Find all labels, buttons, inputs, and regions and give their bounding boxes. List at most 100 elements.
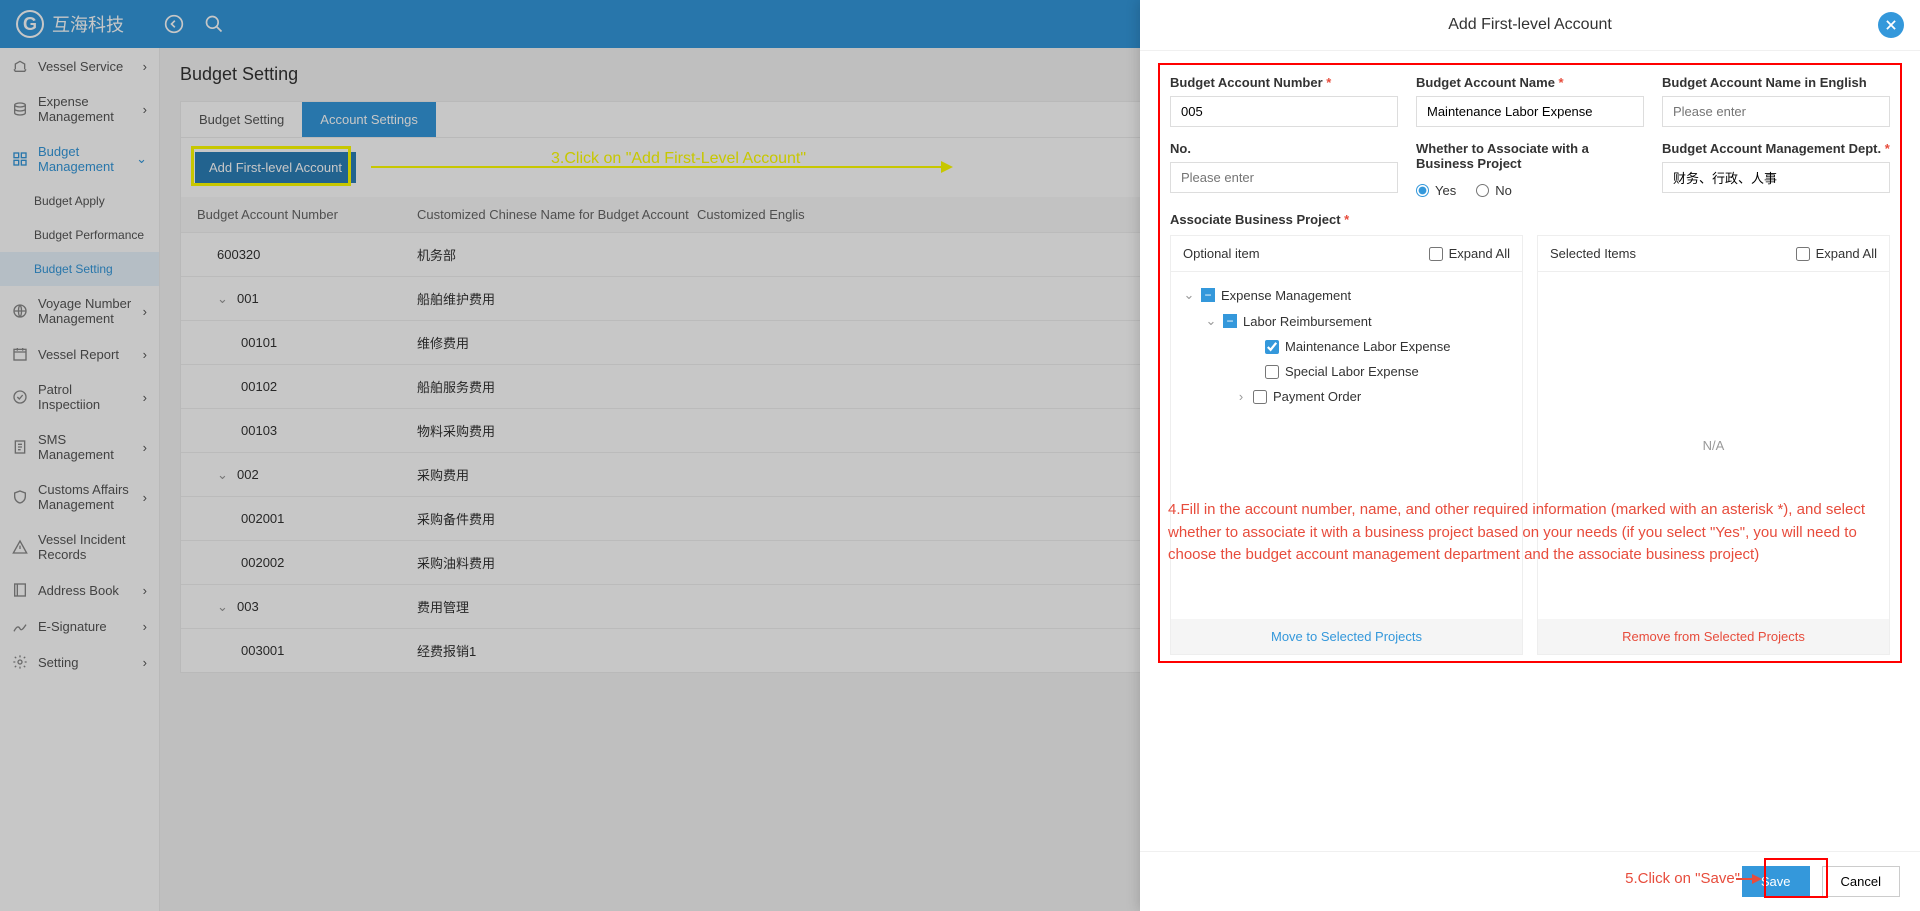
sidebar-label: E-Signature <box>38 619 107 634</box>
selected-title: Selected Items <box>1550 246 1636 261</box>
radio-no[interactable]: No <box>1476 183 1512 198</box>
checkbox-special[interactable] <box>1265 365 1279 379</box>
chevron-down-icon[interactable]: ⌄ <box>1183 287 1195 303</box>
chevron-down-icon[interactable]: ⌄ <box>217 291 229 307</box>
label-associate-project: Associate Business Project * <box>1170 212 1890 227</box>
sidebar-label: Address Book <box>38 583 119 598</box>
chevron-right-icon: › <box>143 390 147 405</box>
logo-icon: G <box>16 10 44 38</box>
chevron-right-icon[interactable]: › <box>1235 389 1247 404</box>
account-cn-name: 费用管理 <box>417 597 697 616</box>
check-circle-icon <box>12 389 28 405</box>
sidebar-label: Setting <box>38 655 78 670</box>
account-number: 00101 <box>241 335 277 350</box>
warning-icon <box>12 539 28 555</box>
sidebar-item-expense[interactable]: Expense Management › <box>0 84 159 134</box>
checkbox-payment[interactable] <box>1253 390 1267 404</box>
annotation-arrow-5 <box>1736 878 1760 880</box>
chevron-right-icon: › <box>143 490 147 505</box>
sidebar-label: Vessel Incident Records <box>38 532 147 562</box>
expand-all-left[interactable]: Expand All <box>1429 246 1510 261</box>
account-number: 002 <box>237 467 259 482</box>
remove-selected-button[interactable]: Remove from Selected Projects <box>1538 619 1889 654</box>
move-selected-button[interactable]: Move to Selected Projects <box>1171 619 1522 654</box>
ship-icon <box>12 58 28 74</box>
expand-all-right[interactable]: Expand All <box>1796 246 1877 261</box>
label-account-number: Budget Account Number * <box>1170 75 1398 90</box>
sidebar-label: Budget Performance <box>34 228 144 242</box>
account-number: 001 <box>237 291 259 306</box>
chevron-down-icon[interactable]: ⌄ <box>1205 313 1217 329</box>
account-cn-name: 机务部 <box>417 245 697 264</box>
brand-logo: G 互海科技 <box>16 10 124 38</box>
sidebar-item-setting[interactable]: Setting › <box>0 644 159 680</box>
input-no[interactable] <box>1170 162 1398 193</box>
chevron-right-icon: › <box>143 619 147 634</box>
close-button[interactable] <box>1878 12 1904 38</box>
sidebar-label: SMS Management <box>38 432 133 462</box>
tree-node-labor[interactable]: ⌄ − Labor Reimbursement <box>1183 308 1510 334</box>
annotation-text-5: 5.Click on "Save" <box>1625 870 1740 887</box>
sidebar-item-sms[interactable]: SMS Management › <box>0 422 159 472</box>
shield-icon <box>12 489 28 505</box>
chevron-right-icon: › <box>143 655 147 670</box>
input-dept[interactable] <box>1662 162 1890 193</box>
account-cn-name: 船舶服务费用 <box>417 377 697 396</box>
sidebar-item-esign[interactable]: E-Signature › <box>0 608 159 644</box>
sidebar-item-budget[interactable]: Budget Management ⌄ <box>0 134 159 184</box>
input-account-name[interactable] <box>1416 96 1644 127</box>
account-cn-name: 物料采购费用 <box>417 421 697 440</box>
account-number: 002002 <box>241 555 284 570</box>
chevron-down-icon[interactable]: ⌄ <box>217 599 229 615</box>
sidebar-label: Voyage Number Management <box>38 296 133 326</box>
stack-icon <box>12 101 28 117</box>
sidebar-item-budget-setting[interactable]: Budget Setting <box>0 252 159 286</box>
input-account-name-en[interactable] <box>1662 96 1890 127</box>
account-number: 003001 <box>241 643 284 658</box>
sidebar-label: Vessel Report <box>38 347 119 362</box>
radio-yes[interactable]: Yes <box>1416 183 1456 198</box>
tree-leaf-maintenance[interactable]: Maintenance Labor Expense <box>1183 334 1510 359</box>
selected-items-box: Selected Items Expand All N/A Remove fro… <box>1537 235 1890 655</box>
sidebar-label: Patrol Inspectiion <box>38 382 133 412</box>
sidebar-item-vessel-service[interactable]: Vessel Service › <box>0 48 159 84</box>
sidebar-item-voyage[interactable]: Voyage Number Management › <box>0 286 159 336</box>
cancel-button[interactable]: Cancel <box>1822 866 1900 897</box>
tree-node-payment[interactable]: › Payment Order <box>1183 384 1510 409</box>
chevron-right-icon: › <box>143 583 147 598</box>
chevron-right-icon: › <box>143 440 147 455</box>
optional-items-box: Optional item Expand All ⌄ − Expense Man… <box>1170 235 1523 655</box>
account-number: 002001 <box>241 511 284 526</box>
back-icon[interactable] <box>164 14 184 34</box>
tree-leaf-special[interactable]: Special Labor Expense <box>1183 359 1510 384</box>
sidebar-label: Vessel Service <box>38 59 123 74</box>
signature-icon <box>12 618 28 634</box>
label-account-name: Budget Account Name * <box>1416 75 1644 90</box>
sidebar-item-incident[interactable]: Vessel Incident Records <box>0 522 159 572</box>
tab-budget-setting[interactable]: Budget Setting <box>181 102 302 137</box>
tab-account-settings[interactable]: Account Settings <box>302 102 436 137</box>
sidebar-item-budget-performance[interactable]: Budget Performance <box>0 218 159 252</box>
input-account-number[interactable] <box>1170 96 1398 127</box>
col-number: Budget Account Number <box>197 207 417 222</box>
sidebar-item-budget-apply[interactable]: Budget Apply <box>0 184 159 218</box>
add-first-level-button[interactable]: Add First-level Account <box>195 152 356 183</box>
minus-icon[interactable]: − <box>1201 288 1215 302</box>
account-cn-name: 采购费用 <box>417 465 697 484</box>
sidebar-item-address[interactable]: Address Book › <box>0 572 159 608</box>
minus-icon[interactable]: − <box>1223 314 1237 328</box>
checkbox-maintenance[interactable] <box>1265 340 1279 354</box>
tree-node-expense[interactable]: ⌄ − Expense Management <box>1183 282 1510 308</box>
modal-title: Add First-level Account <box>1448 16 1612 33</box>
label-account-name-en: Budget Account Name in English <box>1662 75 1890 90</box>
chevron-right-icon: › <box>143 102 147 117</box>
gear-icon <box>12 654 28 670</box>
sidebar-item-patrol[interactable]: Patrol Inspectiion › <box>0 372 159 422</box>
search-icon[interactable] <box>204 14 224 34</box>
chevron-right-icon: › <box>143 347 147 362</box>
grid-icon <box>12 151 28 167</box>
chevron-down-icon[interactable]: ⌄ <box>217 467 229 483</box>
sidebar-item-customs[interactable]: Customs Affairs Management › <box>0 472 159 522</box>
sidebar-label: Customs Affairs Management <box>38 482 133 512</box>
sidebar-item-report[interactable]: Vessel Report › <box>0 336 159 372</box>
